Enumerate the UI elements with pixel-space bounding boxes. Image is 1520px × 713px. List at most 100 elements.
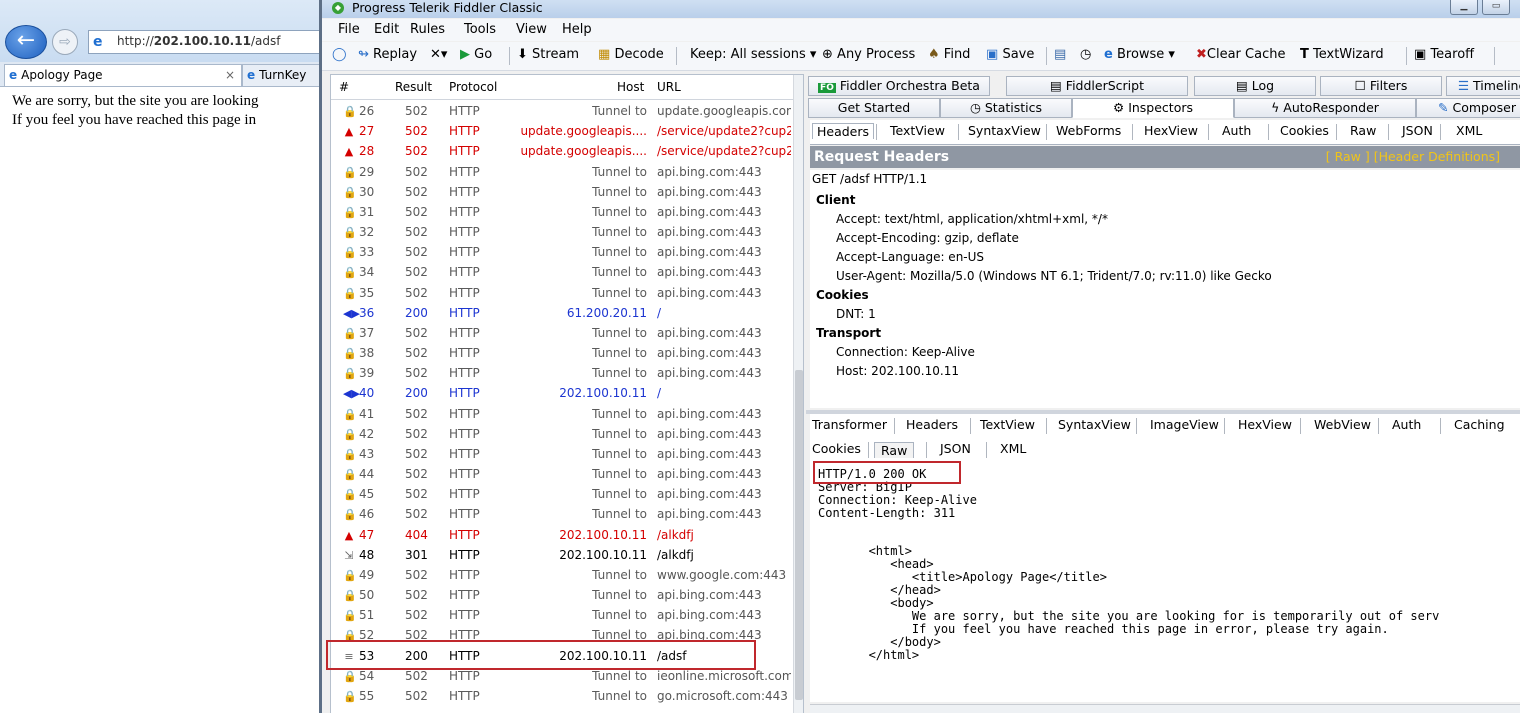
tab-autoresponder[interactable]: ϟ AutoResponder xyxy=(1234,98,1416,118)
tab-fiddlerscript[interactable]: ▤ FiddlerScript xyxy=(1006,76,1188,96)
req-tab-json[interactable]: JSON xyxy=(1402,123,1433,138)
session-row[interactable]: 🔒 41 502 HTTP Tunnel to api.bing.com:443 xyxy=(331,404,793,424)
session-row[interactable]: 🔒 51 502 HTTP Tunnel to api.bing.com:443 xyxy=(331,605,793,625)
session-row[interactable]: 🔒 43 502 HTTP Tunnel to api.bing.com:443 xyxy=(331,444,793,464)
session-row[interactable]: ⇲ 48 301 HTTP 202.100.10.11/alkdfj xyxy=(331,545,793,565)
menu-tools[interactable]: Tools xyxy=(464,22,496,37)
resp-tab-syntaxview[interactable]: SyntaxView xyxy=(1058,417,1131,432)
browser-tab-turnkey[interactable]: e TurnKey xyxy=(242,64,320,86)
resp-tab-transformer[interactable]: Transformer xyxy=(812,417,887,432)
session-row[interactable]: 🔒 32 502 HTTP Tunnel to api.bing.com:443 xyxy=(331,222,793,242)
session-row[interactable]: 🔒 29 502 HTTP Tunnel to api.bing.com:443 xyxy=(331,162,793,182)
screenshot-icon[interactable]: ▤ xyxy=(1054,47,1066,62)
response-hscrollbar[interactable] xyxy=(810,704,1520,713)
scrollbar-thumb[interactable] xyxy=(795,370,803,700)
session-row[interactable]: 🔒 38 502 HTTP Tunnel to api.bing.com:443 xyxy=(331,343,793,363)
session-row[interactable]: ◀▶36 200 HTTP 61.200.20.11 / xyxy=(331,303,793,323)
browser-tab-apology[interactable]: e Apology Page × xyxy=(4,64,242,86)
session-row[interactable]: 🔒 34 502 HTTP Tunnel to api.bing.com:443 xyxy=(331,262,793,282)
resp-subtab-raw[interactable]: Raw xyxy=(874,442,915,458)
comment-icon[interactable]: ◯ xyxy=(332,47,347,62)
response-raw-body[interactable]: HTTP/1.0 200 OK Server: BigIP Connection: … xyxy=(810,462,1520,702)
req-tab-cookies[interactable]: Cookies xyxy=(1280,123,1329,138)
req-tab-webforms[interactable]: WebForms xyxy=(1056,123,1121,138)
sessions-scrollbar[interactable] xyxy=(793,75,803,713)
req-tab-syntaxview[interactable]: SyntaxView xyxy=(968,123,1041,138)
session-row[interactable]: ▲ 27 502 HTTP update.googleapis.... /service/… xyxy=(331,121,793,141)
stream-button[interactable]: ⬇ Stream xyxy=(517,47,579,62)
tab-get-started[interactable]: Get Started xyxy=(808,98,940,118)
tab-filters[interactable]: ☐ Filters xyxy=(1320,76,1442,96)
browse-button[interactable]: e Browse ▾ xyxy=(1104,47,1175,62)
clear-cache-button[interactable]: ✖Clear Cache xyxy=(1196,47,1285,62)
resp-tab-textview[interactable]: TextView xyxy=(980,417,1035,432)
any-process-button[interactable]: ⊕ Any Process xyxy=(822,47,915,62)
decode-button[interactable]: ▦ Decode xyxy=(598,47,664,62)
menu-rules[interactable]: Rules xyxy=(410,22,445,37)
replay-button[interactable]: ↬ Replay xyxy=(358,47,417,62)
remove-button[interactable]: ✕▾ xyxy=(430,47,447,62)
req-tab-auth[interactable]: Auth xyxy=(1222,123,1251,138)
resp-tab-hexview[interactable]: HexView xyxy=(1238,417,1292,432)
back-arrow-icon[interactable]: ← xyxy=(5,25,47,59)
address-bar[interactable]: e http://202.100.10.11/adsf xyxy=(88,30,320,54)
resp-subtab-cookies[interactable]: Cookies xyxy=(812,441,861,456)
resp-tab-imageview[interactable]: ImageView xyxy=(1150,417,1219,432)
menu-edit[interactable]: Edit xyxy=(374,22,399,37)
req-tab-hexview[interactable]: HexView xyxy=(1144,123,1198,138)
session-row[interactable]: 🔒 45 502 HTTP Tunnel to api.bing.com:443 xyxy=(331,484,793,504)
find-button[interactable]: ♠ Find xyxy=(928,47,970,62)
tearoff-button[interactable]: ▣ Tearoff xyxy=(1414,47,1474,62)
column-header-url[interactable]: URL xyxy=(657,80,681,94)
session-row[interactable]: 🔒 44 502 HTTP Tunnel to api.bing.com:443 xyxy=(331,464,793,484)
req-tab-headers[interactable]: Headers xyxy=(812,123,875,139)
session-row[interactable]: 🔒 26 502 HTTP Tunnel to update.googleapis.com xyxy=(331,101,793,121)
session-row[interactable]: 🔒 55 502 HTTP Tunnel to go.microsoft.com:443 xyxy=(331,686,793,706)
keep-sessions-dropdown[interactable]: Keep: All sessions ▾ xyxy=(690,47,816,62)
tab-inspectors[interactable]: ⚙ Inspectors xyxy=(1072,98,1234,118)
req-tab-textview[interactable]: TextView xyxy=(890,123,945,138)
resp-subtab-json[interactable]: JSON xyxy=(940,441,971,456)
menu-help[interactable]: Help xyxy=(562,22,592,37)
forward-arrow-icon[interactable]: ⇨ xyxy=(52,29,78,55)
tab-fiddler-orchestra[interactable]: FO Fiddler Orchestra Beta xyxy=(808,76,990,96)
resp-tab-webview[interactable]: WebView xyxy=(1314,417,1371,432)
session-row[interactable]: 🔒 31 502 HTTP Tunnel to api.bing.com:443 xyxy=(331,202,793,222)
tab-statistics[interactable]: ◷ Statistics xyxy=(940,98,1072,118)
menu-file[interactable]: File xyxy=(338,22,360,37)
session-row[interactable]: 🔒 30 502 HTTP Tunnel to api.bing.com:443 xyxy=(331,182,793,202)
resp-tab-headers[interactable]: Headers xyxy=(906,417,958,432)
timer-icon[interactable]: ◷ xyxy=(1080,47,1091,62)
req-tab-xml[interactable]: XML xyxy=(1456,123,1482,138)
session-row[interactable]: 🔒 37 502 HTTP Tunnel to api.bing.com:443 xyxy=(331,323,793,343)
tab-log[interactable]: ▤ Log xyxy=(1194,76,1316,96)
request-headers-links[interactable]: [ Raw ] [Header Definitions] xyxy=(1326,146,1500,168)
column-header-protocol[interactable]: Protocol xyxy=(449,80,497,94)
resp-tab-auth[interactable]: Auth xyxy=(1392,417,1421,432)
column-header-result[interactable]: Result xyxy=(395,80,432,94)
session-row[interactable]: 🔒 46 502 HTTP Tunnel to api.bing.com:443 xyxy=(331,504,793,524)
resp-subtab-xml[interactable]: XML xyxy=(1000,441,1026,456)
session-row[interactable]: 🔒 35 502 HTTP Tunnel to api.bing.com:443 xyxy=(331,283,793,303)
session-row[interactable]: 🔒 33 502 HTTP Tunnel to api.bing.com:443 xyxy=(331,242,793,262)
session-row[interactable]: ◀▶40 200 HTTP 202.100.10.11 / xyxy=(331,383,793,403)
req-tab-raw[interactable]: Raw xyxy=(1350,123,1376,138)
session-row[interactable]: ▲ 28 502 HTTP update.googleapis.... /service/… xyxy=(331,141,793,161)
session-row[interactable]: ▲ 47 404 HTTP 202.100.10.11/alkdfj xyxy=(331,525,793,545)
column-header-host[interactable]: Host xyxy=(617,80,644,94)
session-row[interactable]: 🔒 49 502 HTTP Tunnel to www.google.com:443 xyxy=(331,565,793,585)
column-header-num[interactable]: # xyxy=(339,80,349,94)
minimize-icon[interactable]: ▁ xyxy=(1450,0,1478,15)
session-row[interactable]: 🔒 39 502 HTTP Tunnel to api.bing.com:443 xyxy=(331,363,793,383)
maximize-icon[interactable]: ▭ xyxy=(1482,0,1510,15)
go-button[interactable]: ▶ Go xyxy=(460,47,492,62)
session-row[interactable]: 🔒 42 502 HTTP Tunnel to api.bing.com:443 xyxy=(331,424,793,444)
close-tab-icon[interactable]: × xyxy=(225,65,235,85)
tab-composer[interactable]: ✎ Composer xyxy=(1416,98,1520,118)
resp-tab-caching[interactable]: Caching xyxy=(1454,417,1505,432)
save-button[interactable]: ▣ Save xyxy=(986,47,1034,62)
menu-view[interactable]: View xyxy=(516,22,547,37)
session-row[interactable]: 🔒 50 502 HTTP Tunnel to api.bing.com:443 xyxy=(331,585,793,605)
tab-timeline[interactable]: ☰ Timeline xyxy=(1446,76,1520,96)
textwizard-button[interactable]: T TextWizard xyxy=(1300,47,1384,62)
